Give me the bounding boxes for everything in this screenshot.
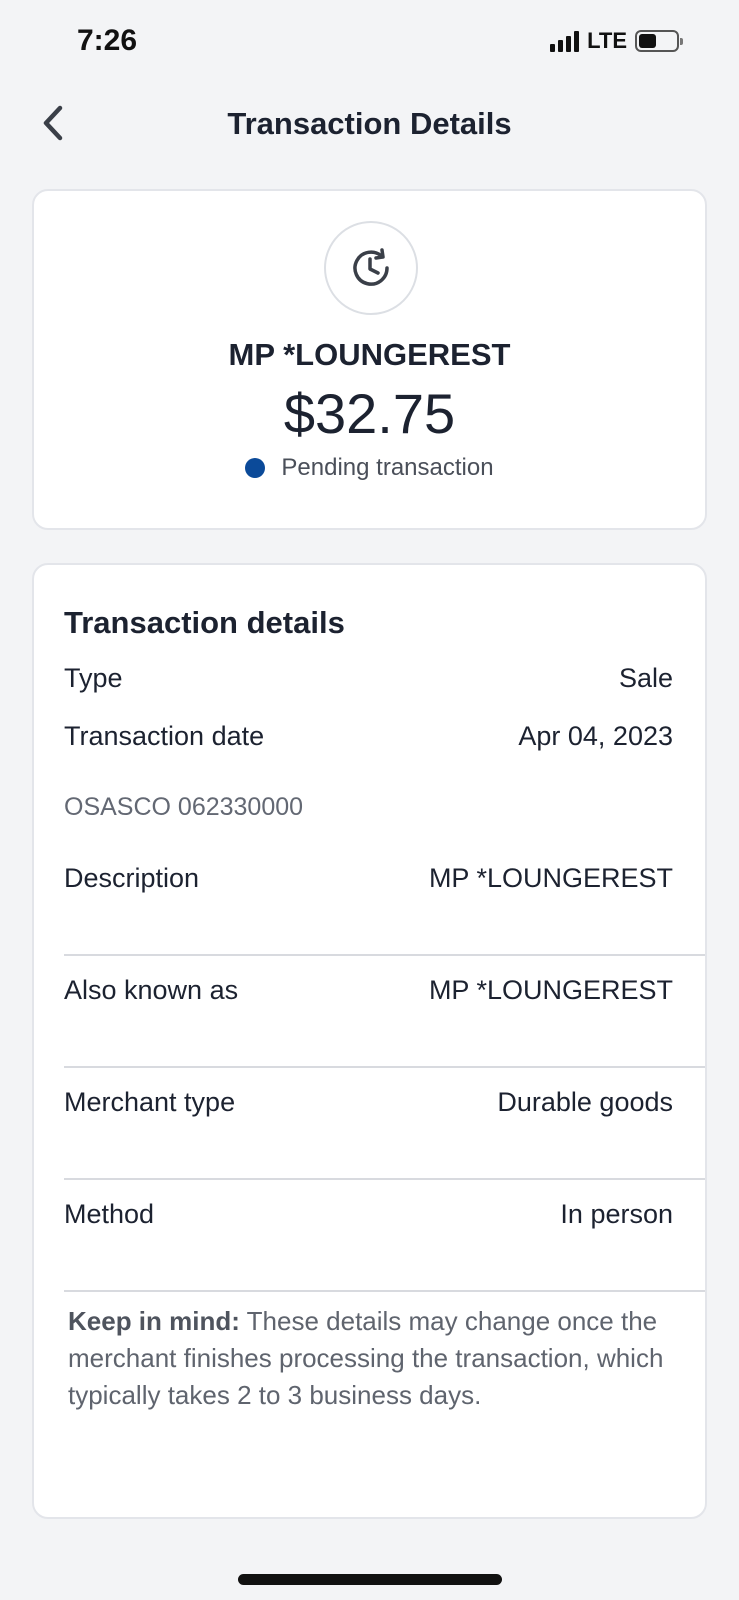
divider <box>64 1178 705 1180</box>
detail-label: Merchant type <box>64 1087 236 1117</box>
detail-row-method: Method In person <box>64 1199 705 1230</box>
detail-row-type: Type Sale <box>64 663 705 694</box>
divider <box>64 1066 705 1068</box>
detail-label: Description <box>64 863 200 893</box>
merchant-name: MP *LOUNGEREST <box>228 337 511 372</box>
page-title: Transaction Details <box>227 106 512 141</box>
divider <box>64 954 705 956</box>
detail-label: Type <box>64 663 123 693</box>
pending-dot-icon <box>245 458 266 478</box>
detail-value: In person <box>560 1199 673 1229</box>
detail-value: MP *LOUNGEREST <box>428 975 673 1005</box>
detail-row-description: Description MP *LOUNGEREST <box>64 863 705 894</box>
transaction-details-card: Transaction details Type Sale Transactio… <box>32 563 707 1519</box>
pending-status-label: Pending transaction <box>281 454 494 481</box>
network-type-label: LTE <box>587 28 627 53</box>
transaction-location: OSASCO 062330000 <box>64 793 304 821</box>
detail-label: Also known as <box>64 975 239 1005</box>
status-bar: 7:26 LTE <box>0 0 739 84</box>
pending-status: Pending transaction <box>34 454 705 482</box>
detail-row-date: Transaction date Apr 04, 2023 <box>64 721 705 752</box>
section-title: Transaction details <box>64 605 345 640</box>
detail-value: Apr 04, 2023 <box>518 721 673 751</box>
detail-value: MP *LOUNGEREST <box>428 863 673 893</box>
battery-icon <box>635 30 683 52</box>
transaction-amount: $32.75 <box>283 382 456 445</box>
signal-strength-icon <box>550 30 580 52</box>
detail-label: Transaction date <box>64 721 265 751</box>
detail-row-merchant-type: Merchant type Durable goods <box>64 1087 705 1118</box>
pending-status-badge <box>324 221 418 315</box>
phone-screen: 7:26 LTE Transaction Details MP *LOUNGER… <box>0 0 739 1600</box>
status-indicators: LTE <box>550 28 683 54</box>
detail-label: Method <box>64 1199 155 1229</box>
status-time: 7:26 <box>77 24 138 57</box>
divider <box>64 1290 705 1292</box>
pending-clock-icon <box>353 248 389 286</box>
detail-value: Durable goods <box>497 1087 673 1117</box>
detail-value: Sale <box>618 663 673 693</box>
detail-row-also-known-as: Also known as MP *LOUNGEREST <box>64 975 705 1006</box>
home-indicator[interactable] <box>238 1574 502 1585</box>
keep-in-mind-note: Keep in mind: These details may change o… <box>68 1303 668 1414</box>
transaction-summary-card: MP *LOUNGEREST $32.75 Pending transactio… <box>32 189 707 530</box>
note-heading: Keep in mind: <box>68 1306 240 1336</box>
navigation-header: Transaction Details <box>0 92 739 156</box>
